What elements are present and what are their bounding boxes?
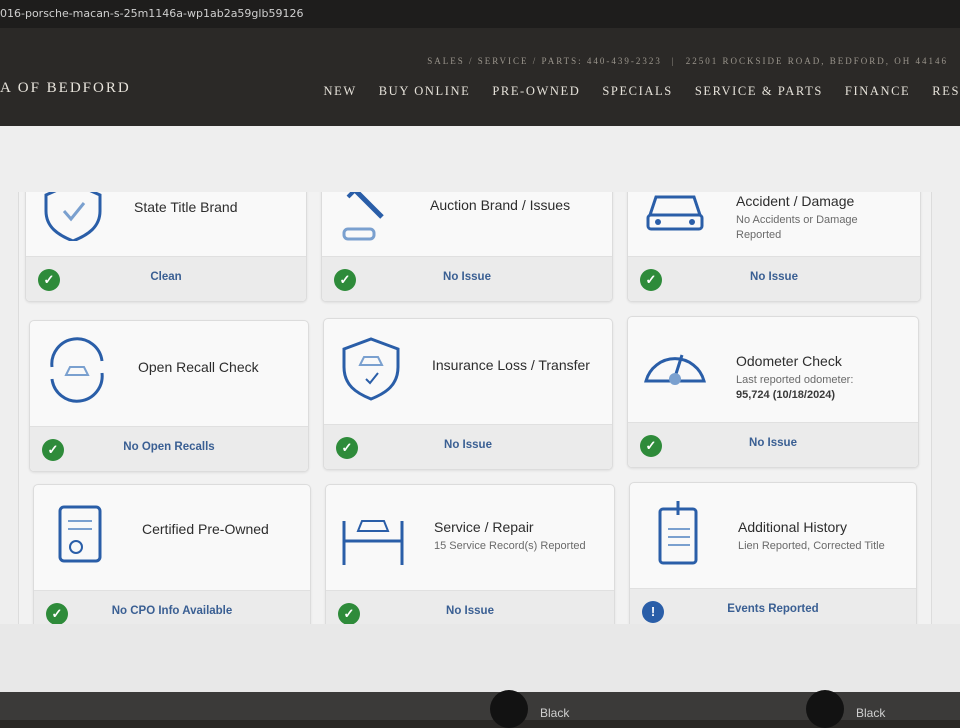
card-subtitle: No Accidents or Damage Reported xyxy=(736,214,858,241)
nav-new[interactable]: NEW xyxy=(323,84,356,99)
options-strip: Black Black xyxy=(0,624,960,728)
gavel-icon xyxy=(334,192,404,241)
card-footer: ✓ No Issue xyxy=(326,590,614,624)
card-title: Odometer Check xyxy=(736,353,842,369)
card-title: Insurance Loss / Transfer xyxy=(432,357,590,373)
card-footer: ✓ No Issue xyxy=(322,256,612,301)
card-title: Service / Repair xyxy=(434,519,534,535)
brand-logo[interactable]: A OF BEDFORD xyxy=(0,80,131,97)
nav-res[interactable]: RES xyxy=(932,84,960,99)
nav-service-parts[interactable]: SERVICE & PARTS xyxy=(695,84,823,99)
nav-buy-online[interactable]: BUY ONLINE xyxy=(379,84,471,99)
url-text: 016-porsche-macan-s-25m1146a-wp1ab2a59gl… xyxy=(0,7,304,20)
odometer-icon xyxy=(640,333,710,399)
card-title: Auction Brand / Issues xyxy=(430,197,571,213)
contact-strip: SALES / SERVICE / PARTS: 440-439-2323 | 22… xyxy=(427,56,948,66)
card-title: Open Recall Check xyxy=(138,359,259,375)
card-subtitle: Lien Reported, Corrected Title xyxy=(738,540,885,552)
status-text: No Issue xyxy=(750,271,798,283)
status-text: No Issue xyxy=(446,605,494,617)
contact-phone[interactable]: SALES / SERVICE / PARTS: 440-439-2323 xyxy=(427,56,662,66)
status-text: No Open Recalls xyxy=(123,441,215,453)
status-text: No Issue xyxy=(444,439,492,451)
card-insurance-loss: Insurance Loss / Transfer ✓ No Issue xyxy=(323,318,613,470)
card-accident-damage: Accident / Damage No Accidents or Damage… xyxy=(627,192,921,302)
report-panel: State Title Brand ✓ Clean Auction Brand … xyxy=(18,192,932,624)
contact-address[interactable]: 22501 ROCKSIDE ROAD, BEDFORD, OH 44146 xyxy=(686,56,948,66)
card-title: State Title Brand xyxy=(134,199,238,215)
card-footer: ! Events Reported xyxy=(630,588,916,624)
car-recall-icon xyxy=(42,337,112,403)
sticky-bar xyxy=(0,126,960,193)
shield-check-icon xyxy=(38,192,108,243)
clipboard-alert-icon xyxy=(642,499,712,565)
card-additional-history: Additional History Lien Reported, Correc… xyxy=(629,482,917,624)
interior-swatch[interactable] xyxy=(806,690,844,728)
card-title: Certified Pre-Owned xyxy=(142,521,269,537)
status-text: Clean xyxy=(150,271,182,283)
card-footer: ✓ Clean xyxy=(26,256,306,301)
card-footer: ✓ No CPO Info Available xyxy=(34,590,310,624)
card-footer: ✓ No Issue xyxy=(628,422,918,467)
card-title: Additional History xyxy=(738,519,847,535)
site-header xyxy=(0,28,960,126)
nav-specials[interactable]: SPECIALS xyxy=(602,84,672,99)
card-auction-brand: Auction Brand / Issues ✓ No Issue xyxy=(321,192,613,302)
card-certified-pre-owned: Certified Pre-Owned ✓ No CPO Info Availa… xyxy=(33,484,311,624)
exterior-swatch[interactable] xyxy=(490,690,528,728)
card-service-repair: Service / Repair 15 Service Record(s) Re… xyxy=(325,484,615,624)
address-bar[interactable]: 016-porsche-macan-s-25m1146a-wp1ab2a59gl… xyxy=(0,0,960,28)
card-footer: ✓ No Open Recalls xyxy=(30,426,308,471)
nav-finance[interactable]: FINANCE xyxy=(845,84,910,99)
history-report: State Title Brand ✓ Clean Auction Brand … xyxy=(0,192,960,624)
card-open-recall: Open Recall Check ✓ No Open Recalls xyxy=(29,320,309,472)
status-text: No CPO Info Available xyxy=(111,605,233,617)
car-damage-icon xyxy=(640,192,710,241)
card-title: Accident / Damage xyxy=(736,193,855,209)
car-lift-icon xyxy=(338,501,408,567)
exterior-color-label: Black xyxy=(540,706,570,720)
interior-color-label: Black xyxy=(856,706,886,720)
card-state-title-brand: State Title Brand ✓ Clean xyxy=(25,192,307,302)
shield-car-icon xyxy=(336,335,406,401)
main-nav: NEW BUY ONLINE PRE-OWNED SPECIALS SERVIC… xyxy=(301,84,960,99)
status-text: Events Reported xyxy=(727,603,819,615)
card-subtitle: Last reported odometer: 95,724 (10/18/202… xyxy=(736,374,854,401)
card-footer: ✓ No Issue xyxy=(324,424,612,469)
status-text: No Issue xyxy=(749,437,797,449)
certificate-icon xyxy=(46,501,116,567)
nav-pre-owned[interactable]: PRE-OWNED xyxy=(492,84,580,99)
card-footer: ✓ No Issue xyxy=(628,256,920,301)
status-text: No Issue xyxy=(443,271,491,283)
card-subtitle: 15 Service Record(s) Reported xyxy=(434,540,586,552)
card-odometer: Odometer Check Last reported odometer: 95… xyxy=(627,316,919,468)
